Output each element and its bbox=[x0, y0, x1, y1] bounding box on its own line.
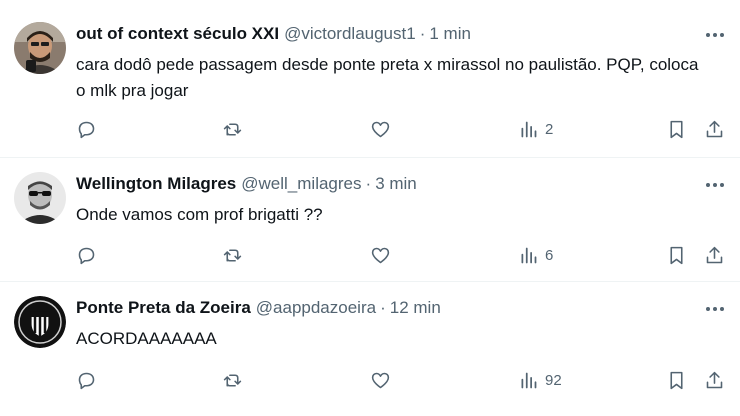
bookmark-button[interactable] bbox=[666, 116, 687, 142]
repost-icon bbox=[223, 248, 242, 262]
views-button[interactable]: 6 bbox=[518, 242, 553, 268]
reply-icon bbox=[78, 247, 95, 264]
avatar[interactable] bbox=[14, 172, 66, 224]
reply-button[interactable] bbox=[76, 367, 97, 393]
ponte-preta-crest-avatar-icon bbox=[14, 296, 66, 348]
view-count: 2 bbox=[545, 120, 554, 138]
more-options-button[interactable] bbox=[704, 300, 726, 318]
repost-button[interactable] bbox=[222, 367, 243, 393]
avatar[interactable] bbox=[14, 296, 66, 348]
like-button[interactable] bbox=[370, 242, 391, 268]
tweet[interactable]: Wellington Milagres @well_milagres · 3 m… bbox=[0, 158, 740, 282]
separator-dot: · bbox=[419, 24, 426, 43]
avatar[interactable] bbox=[14, 22, 66, 74]
view-count: 92 bbox=[545, 371, 562, 389]
bookmark-icon bbox=[670, 120, 683, 138]
separator-dot: · bbox=[365, 174, 372, 193]
views-button[interactable]: 2 bbox=[518, 116, 553, 142]
bookmark-icon bbox=[670, 371, 683, 389]
reply-icon bbox=[78, 372, 95, 389]
tweet-actions: 6 bbox=[0, 242, 740, 268]
tweet-text: Onde vamos com prof brigatti ?? bbox=[76, 205, 323, 224]
author-name[interactable]: Ponte Preta da Zoeira bbox=[76, 298, 251, 318]
like-button[interactable] bbox=[370, 116, 391, 142]
repost-icon bbox=[223, 373, 242, 387]
separator-dot: · bbox=[380, 298, 386, 317]
reply-button[interactable] bbox=[76, 116, 97, 142]
heart-icon bbox=[371, 372, 390, 388]
analytics-icon bbox=[521, 372, 537, 388]
more-options-button[interactable] bbox=[704, 26, 726, 44]
more-options-button[interactable] bbox=[704, 176, 726, 194]
reply-button[interactable] bbox=[76, 242, 97, 268]
tweet-actions: 2 bbox=[0, 116, 740, 142]
analytics-icon bbox=[521, 121, 537, 137]
views-button[interactable]: 92 bbox=[518, 367, 562, 393]
heart-icon bbox=[371, 121, 390, 137]
author-name[interactable]: Wellington Milagres bbox=[76, 174, 236, 194]
more-icon bbox=[706, 183, 724, 187]
tweet[interactable]: Ponte Preta da Zoeira @aappdazoeira · 12… bbox=[0, 282, 740, 416]
tweet-header: Ponte Preta da Zoeira @aappdazoeira · 12… bbox=[76, 298, 690, 320]
bookmark-button[interactable] bbox=[666, 367, 687, 393]
tweet[interactable]: out of context século XXI @victordlaugus… bbox=[0, 0, 740, 158]
tweet-header: out of context século XXI @victordlaugus… bbox=[76, 24, 690, 46]
share-button[interactable] bbox=[704, 116, 725, 142]
more-icon bbox=[706, 307, 724, 311]
author-handle[interactable]: @aappdazoeira bbox=[256, 298, 376, 318]
view-count: 6 bbox=[545, 246, 554, 264]
tweet-feed: out of context século XXI @victordlaugus… bbox=[0, 0, 740, 416]
repost-button[interactable] bbox=[222, 242, 243, 268]
author-handle[interactable]: @well_milagres bbox=[241, 174, 361, 194]
author-handle[interactable]: @victordlaugust1 bbox=[284, 24, 416, 44]
reply-icon bbox=[78, 121, 95, 138]
person-avatar-icon bbox=[14, 22, 66, 74]
tweet-actions: 92 bbox=[0, 367, 740, 393]
bookmark-icon bbox=[670, 246, 683, 264]
repost-button[interactable] bbox=[222, 116, 243, 142]
bookmark-button[interactable] bbox=[666, 242, 687, 268]
share-button[interactable] bbox=[704, 242, 725, 268]
share-icon bbox=[706, 246, 723, 263]
share-button[interactable] bbox=[704, 367, 725, 393]
heart-icon bbox=[371, 247, 390, 263]
analytics-icon bbox=[521, 247, 537, 263]
share-icon bbox=[706, 120, 723, 137]
tweet-text: cara dodô pede passagem desde ponte pret… bbox=[76, 55, 699, 100]
like-button[interactable] bbox=[370, 367, 391, 393]
more-icon bbox=[706, 33, 724, 37]
timestamp[interactable]: 1 min bbox=[429, 24, 471, 44]
tweet-text: ACORDAAAAAAA bbox=[76, 329, 217, 348]
author-name[interactable]: out of context século XXI bbox=[76, 24, 279, 44]
repost-icon bbox=[223, 122, 242, 136]
timestamp[interactable]: 12 min bbox=[390, 298, 441, 318]
share-icon bbox=[706, 371, 723, 388]
tweet-header: Wellington Milagres @well_milagres · 3 m… bbox=[76, 174, 690, 196]
person-sunglasses-avatar-icon bbox=[14, 172, 66, 224]
timestamp[interactable]: 3 min bbox=[375, 174, 417, 194]
